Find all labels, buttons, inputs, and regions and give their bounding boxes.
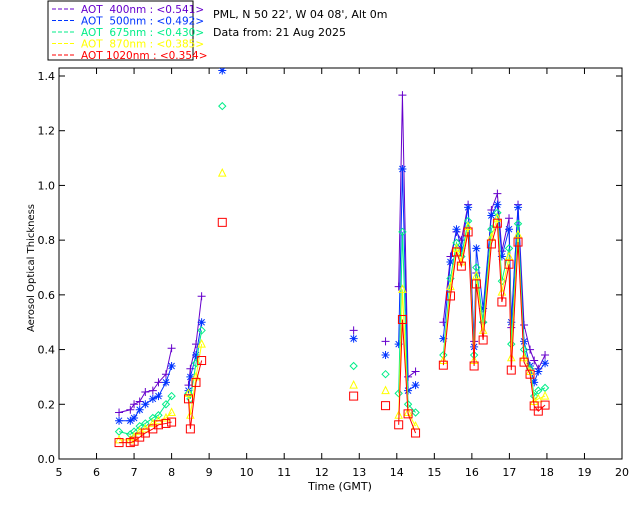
data-point-asterisk <box>541 359 550 368</box>
data-point-plus <box>141 387 150 396</box>
data-point-asterisk <box>154 392 163 401</box>
legend: AOT 400nm : <0.541>AOT 500nm : <0.492>AO… <box>47 0 208 62</box>
data-point-plus <box>381 337 390 346</box>
plot-area: 5 6 7 8 9 10 11 12 13 14 15 16 17 18 19 20 0.0 0.2 0.4 0.6 0… <box>38 58 629 479</box>
x-tick-label: 16 <box>465 466 479 479</box>
data-point-plus <box>398 91 407 100</box>
data-point-plus <box>115 408 124 417</box>
plot-frame <box>58 67 623 460</box>
data-point-plus <box>520 320 529 329</box>
x-tick-label: 13 <box>352 466 366 479</box>
data-point-asterisk <box>161 378 170 387</box>
series-line <box>119 412 172 441</box>
x-tick-label: 12 <box>315 466 329 479</box>
data-point-asterisk <box>167 361 176 370</box>
data-point-asterisk <box>534 367 543 376</box>
data-point-triangle <box>381 385 390 395</box>
x-axis-label: Time (GMT) <box>307 480 372 493</box>
data-point-square <box>381 401 391 411</box>
data-point-triangle <box>349 380 358 389</box>
legend-entry: AOT 1020nm : <0.354> <box>81 50 208 62</box>
legend-entry: AOT 500nm : <0.492> <box>81 16 204 28</box>
data-point-plus <box>530 356 539 365</box>
data-point-plus <box>218 58 226 66</box>
data-point-square <box>217 217 227 227</box>
data-point-asterisk <box>197 318 206 327</box>
data-point-plus <box>349 326 358 335</box>
x-tick-label: 17 <box>502 466 516 479</box>
data-point-plus <box>126 405 135 414</box>
x-tick-label: 7 <box>131 466 138 479</box>
x-tick-label: 20 <box>615 466 629 479</box>
y-tick-label: 1.0 <box>38 179 56 192</box>
x-tick-label: 18 <box>540 466 554 479</box>
y-tick-label: 0.2 <box>38 398 56 411</box>
legend-entry: AOT 675nm : <0.430> <box>81 27 204 39</box>
y-tick-label: 0.8 <box>38 234 56 247</box>
x-tick-label: 5 <box>56 466 63 479</box>
x-tick-label: 10 <box>240 466 254 479</box>
data-point-asterisk <box>505 225 514 234</box>
series-0 <box>115 58 550 417</box>
data-point-plus <box>493 189 502 198</box>
data-point-asterisk <box>130 413 139 422</box>
data-point-plus <box>197 292 206 301</box>
x-tick-label: 14 <box>390 466 404 479</box>
location-label: PML, N 50 22', W 04 08', Alt 0m <box>213 8 387 21</box>
y-tick-label: 0.6 <box>38 289 56 302</box>
data-point-diamond <box>218 101 227 111</box>
y-tick-label: 1.2 <box>38 125 56 138</box>
data-point-triangle <box>167 407 176 416</box>
data-point-triangle <box>540 390 550 400</box>
x-tick-label: 11 <box>277 466 291 479</box>
data-point-diamond <box>349 361 358 371</box>
legend-entry: AOT 400nm : <0.541> <box>81 4 204 16</box>
date-label: Data from: 21 Aug 2025 <box>213 26 346 39</box>
data-point-square <box>349 391 359 401</box>
series-1 <box>115 68 550 425</box>
data-point-asterisk <box>514 203 523 212</box>
data-point-plus <box>167 344 176 353</box>
data-point-asterisk <box>115 416 124 425</box>
x-tick-label: 15 <box>427 466 441 479</box>
y-axis-label: Aerosol Optical Thickness <box>26 204 37 332</box>
x-tick-label: 6 <box>93 466 100 479</box>
series-2 <box>114 101 550 439</box>
data-point-asterisk <box>493 200 502 209</box>
data-point-plus <box>411 367 420 376</box>
aot-chart: AOT 400nm : <0.541>AOT 500nm : <0.492>AO… <box>26 0 629 493</box>
y-tick-label: 0.0 <box>38 453 56 466</box>
data-point-asterisk <box>464 203 473 212</box>
legend-entry: AOT 870nm : <0.385> <box>81 39 204 51</box>
data-point-asterisk <box>472 244 481 253</box>
x-tick-label: 8 <box>168 466 175 479</box>
data-point-asterisk <box>349 334 358 343</box>
data-point-asterisk <box>452 225 461 234</box>
x-tick-label: 19 <box>577 466 591 479</box>
y-tick-label: 0.4 <box>38 344 56 357</box>
series-4 <box>114 217 550 448</box>
data-point-plus <box>541 351 550 360</box>
x-tick-label: 9 <box>206 466 213 479</box>
data-point-plus <box>505 214 514 223</box>
data-point-asterisk <box>411 381 420 390</box>
data-point-triangle <box>217 167 227 177</box>
data-point-diamond <box>381 369 390 379</box>
data-point-asterisk <box>381 351 390 360</box>
data-point-asterisk <box>398 165 407 174</box>
y-tick-label: 1.4 <box>38 70 56 83</box>
data-point-asterisk <box>141 400 150 409</box>
